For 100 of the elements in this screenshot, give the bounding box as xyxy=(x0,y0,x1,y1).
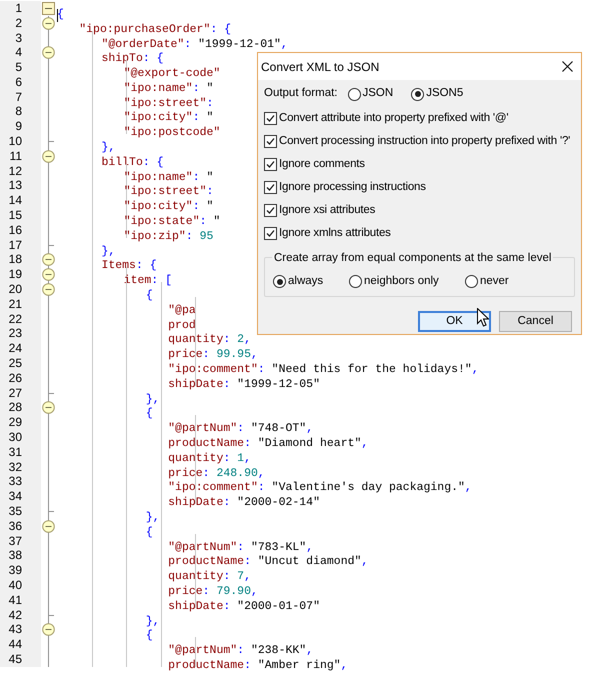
code-line: { xyxy=(144,629,153,642)
line-number: 42 xyxy=(8,608,22,622)
checkbox-label: Ignore xmlns attributes xyxy=(279,226,391,241)
code-line: "@export-code" xyxy=(122,67,220,80)
line-number: 12 xyxy=(8,164,22,178)
radio-label: never xyxy=(480,274,509,289)
radio-label: JSON5 xyxy=(426,86,464,102)
collapse-icon[interactable] xyxy=(42,623,55,636)
code-line: "ipo:city": " xyxy=(122,200,214,214)
line-number: 40 xyxy=(8,578,22,592)
code-line: Items: { xyxy=(100,259,157,272)
collapse-icon[interactable] xyxy=(42,150,55,163)
collapse-icon[interactable] xyxy=(42,16,55,30)
code-line: productName: "Uncut diamond", xyxy=(167,555,368,568)
checkbox[interactable] xyxy=(264,135,277,148)
radio-button[interactable] xyxy=(465,275,478,288)
collapse-icon[interactable] xyxy=(42,401,55,414)
collapse-icon[interactable] xyxy=(42,46,55,60)
code-line: "@pa xyxy=(167,304,196,317)
line-number: 33 xyxy=(8,474,22,488)
checkbox[interactable] xyxy=(264,181,277,194)
code-line: "ipo:street": xyxy=(122,96,214,110)
code-line: "ipo:comment": "Valentine's day packaging.", xyxy=(167,481,472,494)
code-line: shipDate: "1999-12-05" xyxy=(167,378,320,391)
code-line: { xyxy=(144,526,153,539)
code-line: prod xyxy=(167,318,196,332)
code-line: "ipo:zip": 95 xyxy=(122,230,214,243)
field-label: Output format: xyxy=(264,86,338,102)
code-line: }, xyxy=(144,614,160,628)
line-number: 25 xyxy=(8,356,22,370)
checkbox-label: Ignore processing instructions xyxy=(279,180,426,195)
code-line: productName: "Diamond heart", xyxy=(167,437,368,450)
line-number: 44 xyxy=(8,637,22,652)
line-number: 41 xyxy=(8,592,22,607)
code-line: }, xyxy=(144,392,160,406)
line-number: 14 xyxy=(8,193,22,208)
line-number: 7 xyxy=(15,90,22,104)
radio-button[interactable] xyxy=(349,275,362,288)
code-line: "ipo:state": " xyxy=(122,215,220,228)
code-line: "ipo:name": " xyxy=(122,170,214,184)
collapse-icon[interactable] xyxy=(42,253,55,266)
collapse-icon[interactable] xyxy=(42,2,55,15)
checkbox-label: Ignore comments xyxy=(279,156,365,172)
code-line: "ipo:purchaseOrder": { xyxy=(78,22,232,36)
radio-button[interactable] xyxy=(273,275,286,288)
close-icon[interactable] xyxy=(562,61,573,72)
line-number: 3 xyxy=(15,30,22,44)
code-line: "@partNum": "748-OT", xyxy=(167,422,314,436)
code-line: shipDate: "2000-01-07" xyxy=(167,600,320,613)
line-number: 27 xyxy=(8,386,22,400)
line-number: 18 xyxy=(8,252,22,266)
line-number: 28 xyxy=(8,400,22,414)
checkbox-label: Convert attribute into property prefixed with '@' xyxy=(279,110,508,126)
code-line: "ipo:comment": "Need this for the holidays!", xyxy=(167,363,479,376)
code-line: "ipo:city": " xyxy=(122,111,214,124)
code-line: shipTo: { xyxy=(100,52,164,66)
dialog-button[interactable]: Cancel xyxy=(499,311,572,332)
line-number: 39 xyxy=(8,563,22,578)
line-number: 8 xyxy=(15,104,22,118)
line-number: 43 xyxy=(8,622,22,636)
code-line: price: 99.95, xyxy=(167,348,258,362)
code-line: { xyxy=(144,407,153,420)
line-number: 34 xyxy=(8,489,22,504)
checkbox[interactable] xyxy=(264,112,277,125)
code-line: quantity: 7, xyxy=(167,570,251,584)
line-number: 1 xyxy=(15,0,22,15)
line-number: 11 xyxy=(10,148,22,163)
line-number: 16 xyxy=(8,222,22,237)
collapse-icon[interactable] xyxy=(42,268,55,282)
line-number: 10 xyxy=(8,134,22,148)
line-number: 30 xyxy=(8,430,22,444)
line-number: 45 xyxy=(8,652,22,666)
line-number: 26 xyxy=(8,370,22,385)
radio-button[interactable] xyxy=(348,88,361,100)
line-number: 4 xyxy=(15,45,22,60)
code-line: "@partNum": "783-KL", xyxy=(167,540,314,554)
collapse-icon[interactable] xyxy=(42,520,55,533)
line-number: 36 xyxy=(8,518,22,533)
dialog-button[interactable]: OK xyxy=(418,311,491,332)
code-line: "ipo:postcode" xyxy=(122,126,220,140)
checkbox[interactable] xyxy=(264,227,277,240)
mouse-pointer-icon xyxy=(477,308,489,327)
radio-button[interactable] xyxy=(411,88,424,100)
code-line: { xyxy=(144,289,153,302)
line-number: 20 xyxy=(8,282,22,296)
line-number: 15 xyxy=(8,208,22,222)
line-number: 22 xyxy=(8,312,22,326)
line-number: 13 xyxy=(8,178,22,192)
checkbox[interactable] xyxy=(264,158,277,171)
line-number: 2 xyxy=(15,16,22,30)
checkbox[interactable] xyxy=(264,204,277,217)
checkbox-label: Convert processing instruction into property prefixed with '?' xyxy=(279,134,570,149)
line-number: 6 xyxy=(15,74,22,89)
radio-label: always xyxy=(288,274,324,289)
code-line: "ipo:street": xyxy=(122,185,214,198)
collapse-icon[interactable] xyxy=(42,283,55,296)
code-line: billTo: { xyxy=(100,156,164,169)
line-number: 19 xyxy=(8,267,22,282)
radio-label: JSON xyxy=(362,86,394,102)
window-title: Convert XML to JSON xyxy=(261,58,380,76)
